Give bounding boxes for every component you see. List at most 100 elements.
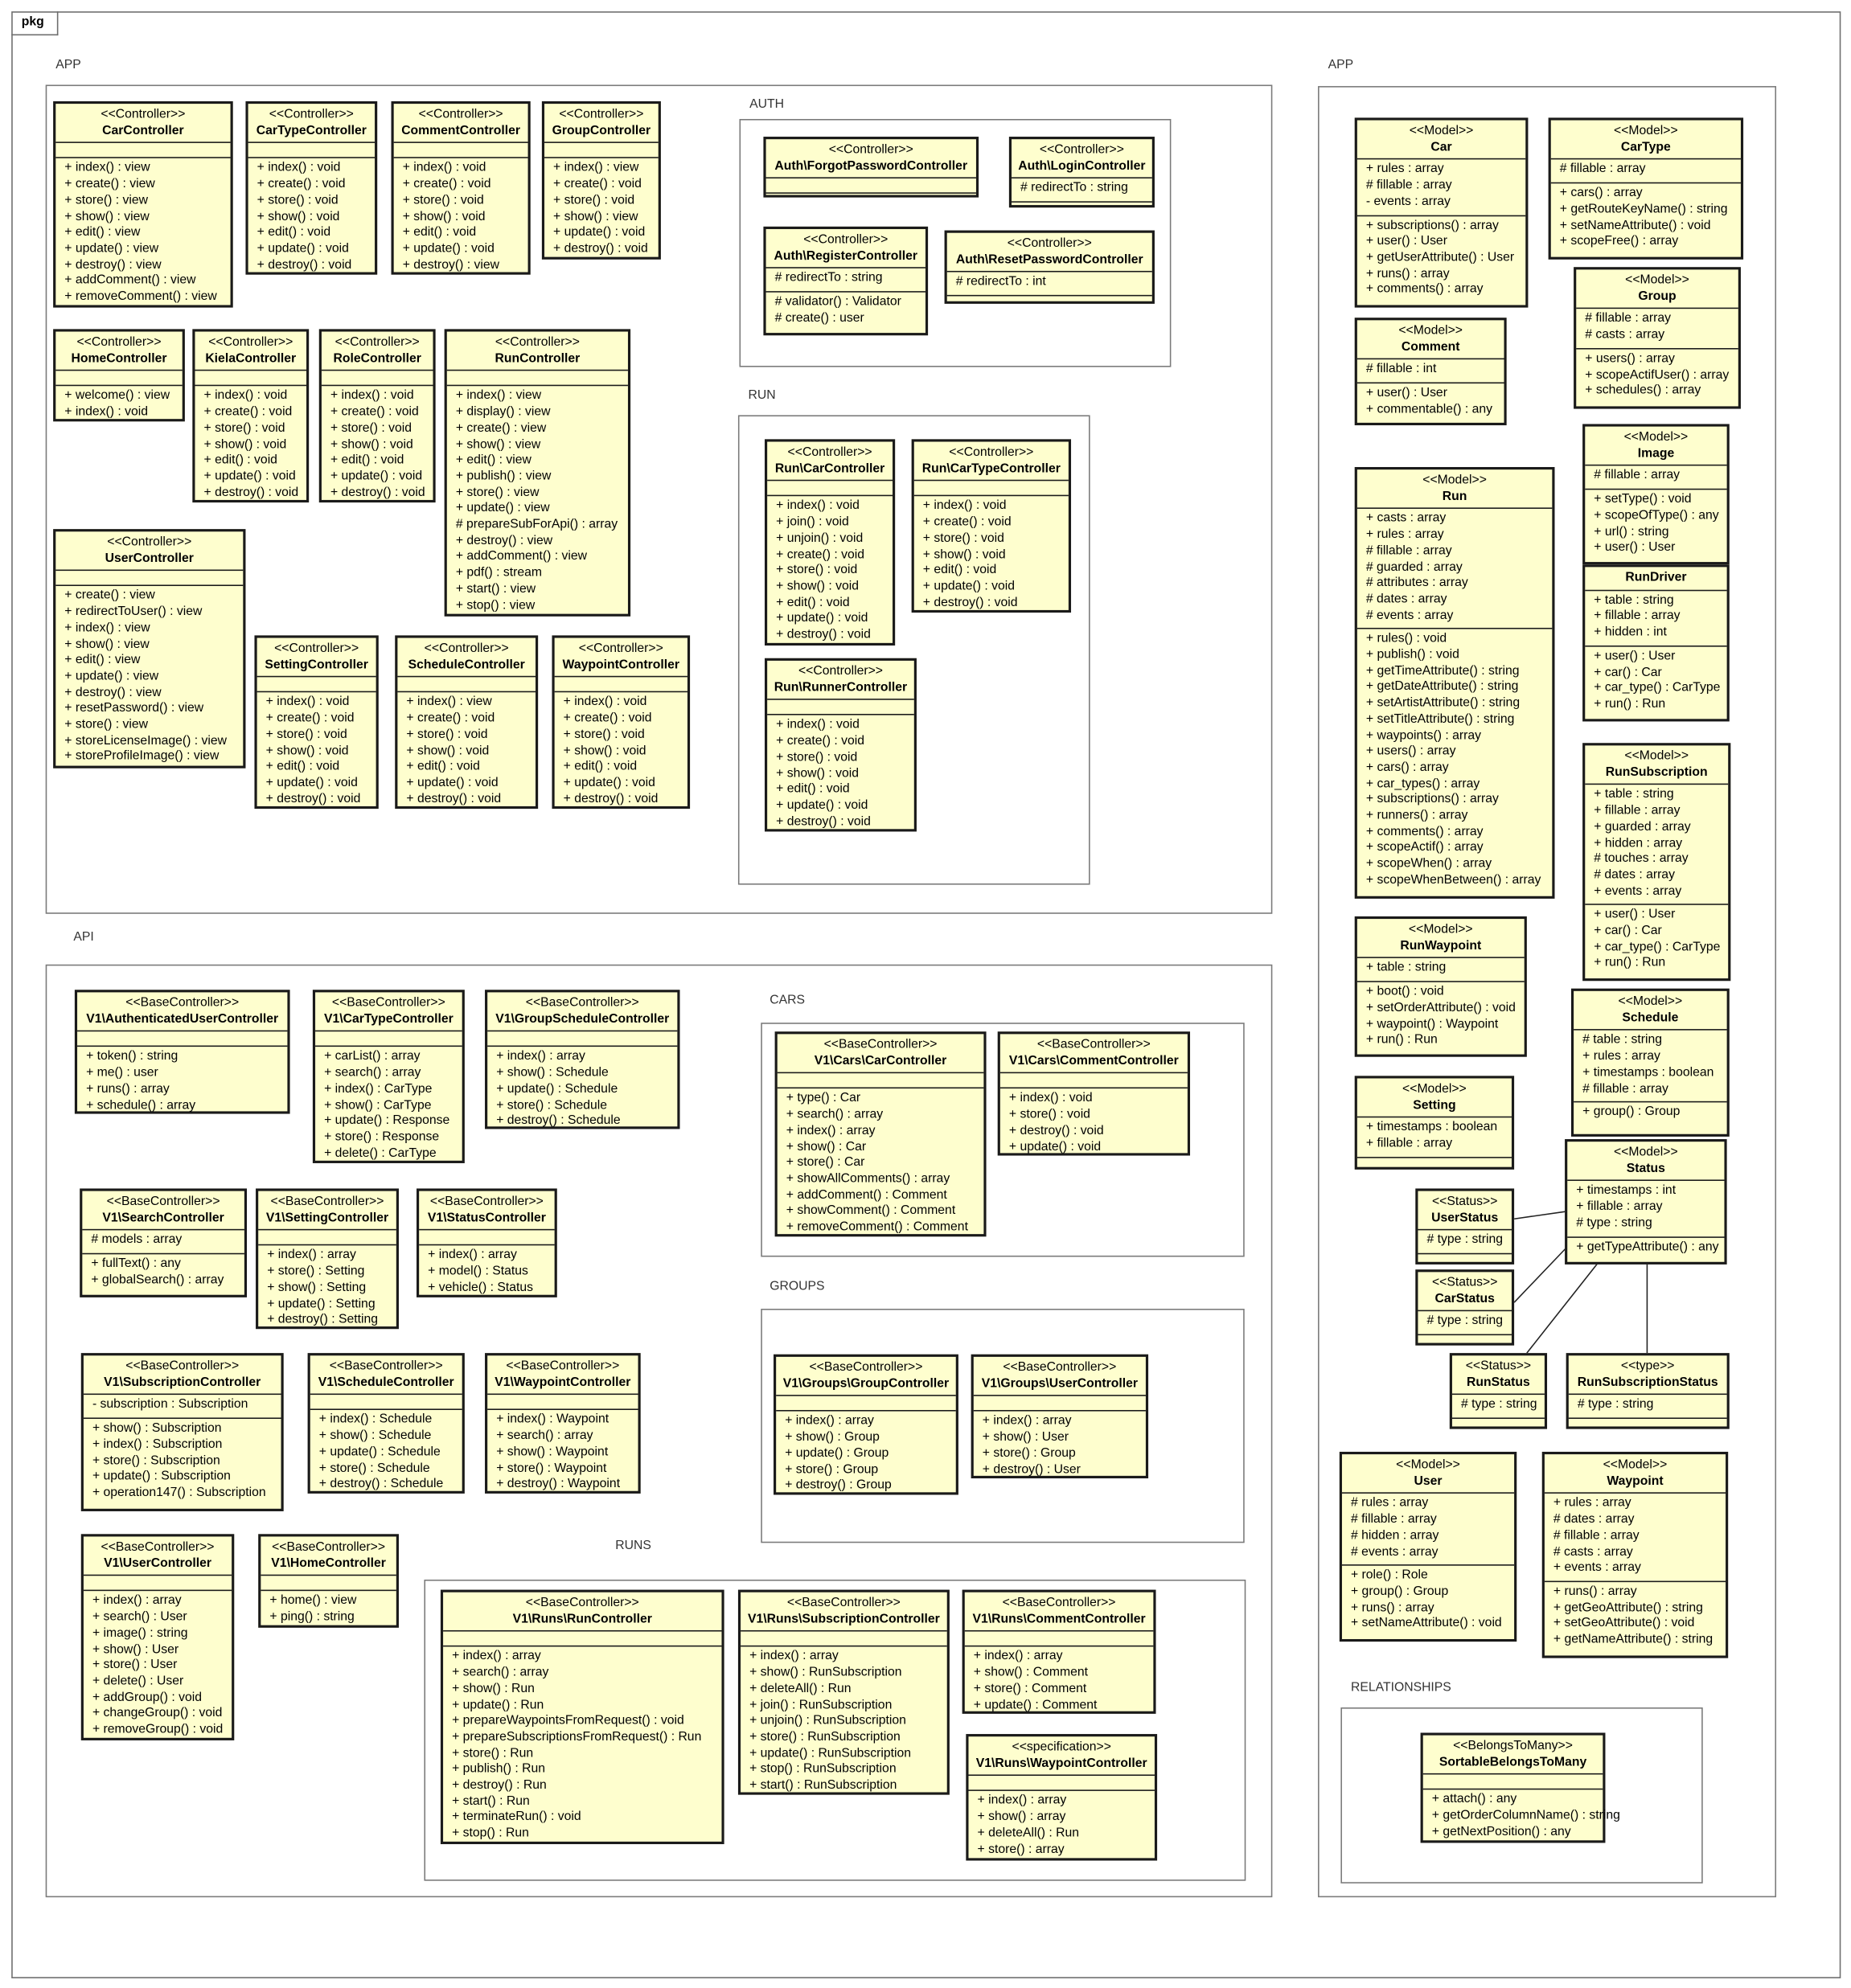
class-method: + destroy() : Schedule xyxy=(496,1113,621,1129)
class-methods: + index() : array + search() : array + sho… xyxy=(443,1647,721,1847)
class-stereotype: <<BaseController>> xyxy=(106,1195,220,1209)
class-header: <<Controller>> CarController xyxy=(55,104,231,144)
class-method: + show() : void xyxy=(406,744,490,758)
class-method: + removeGroup() : void xyxy=(92,1722,224,1737)
class-method: + show() : Car xyxy=(786,1139,867,1154)
class-method: + me() : user xyxy=(86,1065,158,1080)
class-method: + scopeFree() : array xyxy=(1559,234,1679,248)
class-attributes: # fillable : array xyxy=(1585,466,1727,490)
class-box-v1-groups-group-controller: <<BaseController>> V1\Groups\GroupControl… xyxy=(774,1354,958,1498)
class-method: + unjoin() : RunSubscription xyxy=(749,1714,906,1728)
class-stereotype: <<Controller>> xyxy=(578,641,663,656)
class-attribute: # fillable : array xyxy=(1585,311,1672,326)
class-method: + store() : Group xyxy=(982,1446,1076,1461)
class-method: + group() : Group xyxy=(1582,1105,1681,1120)
class-method: + getDateAttribute() : string xyxy=(1365,680,1519,695)
class-box-auth-forgot-password-controller: <<Controller>> Auth\ForgotPasswordControl… xyxy=(763,137,979,198)
class-box-v1-search-controller: <<BaseController>> V1\SearchController # m… xyxy=(80,1188,248,1297)
class-method: + search() : array xyxy=(496,1428,593,1444)
class-header: <<Controller>> Run\RunnerController xyxy=(767,661,914,701)
class-method: + update() : void xyxy=(203,469,296,484)
class-box-model-car: <<Model>> Car + rules : array # fillable : … xyxy=(1354,117,1529,308)
class-method: + store() : Subscription xyxy=(92,1453,220,1468)
class-stereotype: <<Controller>> xyxy=(495,335,580,350)
class-method: + resetPassword() : view xyxy=(64,701,204,716)
class-method: + pdf() : stream xyxy=(455,566,543,580)
class-method: + update() : view xyxy=(64,241,159,256)
class-attributes: # table : string + rules : array + timesta… xyxy=(1574,1031,1727,1103)
class-method: + publish() : view xyxy=(455,469,552,484)
class-stereotype: <<BaseController>> xyxy=(329,1359,443,1374)
class-attributes: + casts : array + rules : array # fillable… xyxy=(1356,510,1553,630)
class-method: + scopeActifUser() : array xyxy=(1585,367,1730,382)
class-method: + update() : Group xyxy=(785,1446,889,1461)
class-name: V1\ScheduleController xyxy=(318,1375,454,1390)
class-attributes: # fillable : array # casts : array xyxy=(1576,309,1738,350)
class-box-user-controller: <<Controller>> UserController + create() :… xyxy=(53,529,246,769)
class-methods: + subscriptions() : array + user() : User… xyxy=(1357,215,1525,302)
class-methods: + index() : array + show() : Group + updat… xyxy=(776,1412,956,1498)
class-header: <<Controller>> SettingController xyxy=(257,638,376,678)
class-box-kiela-controller: <<Controller>> KielaController + index() :… xyxy=(192,329,310,503)
class-name: Car xyxy=(1430,140,1452,154)
class-method: + edit() : view xyxy=(64,225,141,240)
class-method: + show() : Comment xyxy=(973,1666,1088,1680)
class-methods: + index() : view + create() : void + store… xyxy=(544,158,659,261)
class-header: <<BaseController>> V1\SubscriptionControl… xyxy=(83,1355,281,1396)
class-header: <<BaseController>> V1\GroupScheduleContro… xyxy=(487,992,678,1032)
relationship-line-status-car xyxy=(1513,1246,1568,1303)
class-method: + index() : void xyxy=(563,695,647,710)
class-stereotype: <<Controller>> xyxy=(208,335,293,350)
class-header: <<Model>> Waypoint xyxy=(1544,1454,1726,1494)
class-method: + store() : void xyxy=(553,193,635,207)
class-name: HomeController xyxy=(71,351,167,366)
class-name: Status xyxy=(1626,1161,1665,1176)
class-attribute: # fillable : array xyxy=(1350,1512,1437,1527)
class-header: <<BaseController>> V1\StatusController xyxy=(419,1191,555,1232)
class-attributes xyxy=(1422,1775,1603,1790)
class-stereotype: <<Controller>> xyxy=(949,445,1034,460)
class-method: + store() : Run xyxy=(452,1746,534,1761)
class-name: V1\SettingController xyxy=(265,1211,389,1225)
class-method: + create() : void xyxy=(203,405,293,420)
class-methods: + index() : Schedule + show() : Schedule +… xyxy=(310,1411,462,1498)
class-name: Run xyxy=(1442,489,1467,504)
class-header: <<Model>> Car xyxy=(1356,121,1526,161)
class-method: + store() : view xyxy=(64,717,148,732)
class-methods: + index() : void + create() : void + store… xyxy=(322,387,433,506)
class-box-v1-runs-subscription-controller: <<BaseController>> V1\Runs\SubscriptionCo… xyxy=(737,1589,950,1795)
class-method: + prepareWaypointsFromRequest() : void xyxy=(452,1714,684,1728)
class-box-run-car-controller: <<Controller>> Run\CarController + index()… xyxy=(764,439,896,646)
class-name: V1\UserController xyxy=(104,1556,211,1571)
class-attribute: + events : array xyxy=(1594,883,1682,899)
class-method: + ping() : string xyxy=(269,1609,355,1625)
class-name: Run\CarController xyxy=(774,461,885,476)
class-method: + store() : void xyxy=(406,728,488,742)
class-method: + destroy() : Waypoint xyxy=(496,1477,621,1492)
class-header: <<Controller>> CommentController xyxy=(393,104,528,144)
class-box-status-run: <<Status>> RunStatus # type : string xyxy=(1449,1353,1548,1429)
class-method: + setTitleAttribute() : string xyxy=(1365,712,1515,727)
class-method: + comments() : array xyxy=(1365,825,1484,839)
class-name: KielaController xyxy=(205,351,297,366)
class-attribute: + casts : array xyxy=(1365,511,1447,527)
class-method: + update() : Run xyxy=(452,1698,544,1712)
class-attributes: # fillable : array xyxy=(1550,160,1741,184)
class-method: + showComment() : Comment xyxy=(786,1203,956,1219)
class-header: <<Controller>> WaypointController xyxy=(554,638,687,678)
class-header: <<Status>> RunStatus xyxy=(1451,1355,1545,1396)
class-attributes xyxy=(964,1632,1154,1648)
class-stereotype: <<Controller>> xyxy=(334,335,420,350)
class-methods: + fullText() : any + globalSearch() : arr… xyxy=(82,1255,244,1293)
class-method: + scopeOfType() : any xyxy=(1594,508,1719,523)
class-method: + show() : view xyxy=(553,209,638,223)
class-methods: + index() : array + show() : User + store(… xyxy=(974,1412,1146,1482)
class-header: <<BaseController>> V1\Runs\CommentControl… xyxy=(964,1592,1154,1633)
class-method: + waypoint() : Waypoint xyxy=(1365,1017,1499,1031)
class-attributes xyxy=(258,1231,396,1246)
class-stereotype: <<Model>> xyxy=(1623,430,1689,445)
class-methods: + index() : void + create() : void + store… xyxy=(257,693,376,812)
class-method: + destroy() : view xyxy=(402,257,500,272)
class-box-model-run-waypoint: <<Model>> RunWaypoint + table : string + bo… xyxy=(1354,916,1527,1057)
class-attribute: - events : array xyxy=(1365,195,1451,209)
